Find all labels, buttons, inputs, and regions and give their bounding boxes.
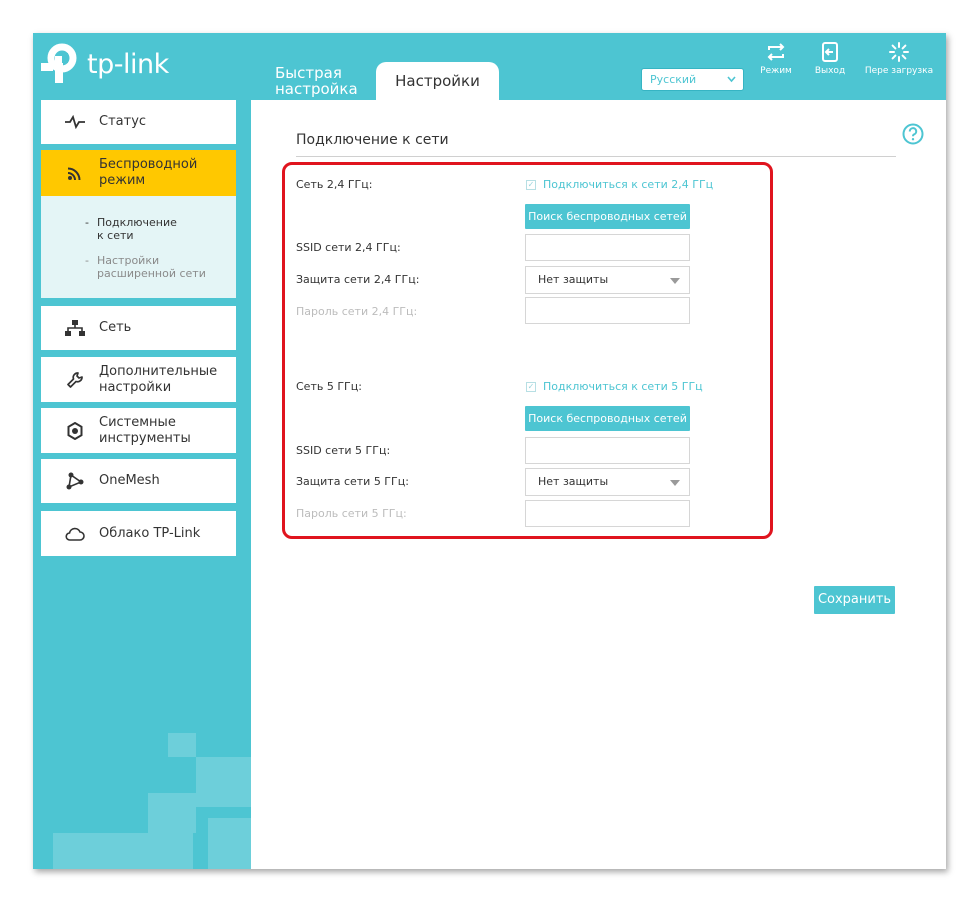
gear-icon: [64, 421, 86, 440]
sidebar-item-onemesh[interactable]: OneMesh: [41, 459, 236, 503]
reboot-label: Пере загрузка: [864, 66, 934, 76]
tp-link-logo: tp-link: [41, 43, 169, 85]
network-icon: [64, 320, 86, 336]
sidebar-item-label: Беспроводной режим: [99, 157, 198, 188]
page-title: Подключение к сети: [296, 132, 449, 148]
sidebar-item-label: Облако TP-Link: [99, 525, 201, 541]
logo-text: tp-link: [87, 48, 169, 80]
dropdown-arrow-icon: [670, 278, 680, 284]
mode-label: Режим: [760, 66, 792, 76]
connect-5-checkbox[interactable]: ✓ Подключиться к сети 5 ГГц: [526, 380, 703, 393]
mesh-icon: [64, 472, 86, 490]
decoration: [196, 757, 251, 807]
chevron-down-icon: [727, 69, 736, 98]
sidebar-item-label: Системные инструменты: [99, 414, 191, 446]
mode-button[interactable]: Режим: [756, 41, 796, 76]
logout-label: Выход: [814, 66, 846, 76]
help-icon[interactable]: [902, 123, 924, 149]
router-admin-window: tp-link Быстрая настройка Настройки Русс…: [33, 33, 946, 869]
sidebar-item-label: Сеть: [99, 320, 132, 335]
wrench-icon: [64, 371, 86, 389]
sidebar-item-label: Статус: [99, 114, 147, 129]
logout-button[interactable]: Выход: [810, 41, 850, 76]
language-value: Русский: [650, 73, 697, 86]
sidebar-item-label: Дополнительные настройки: [99, 363, 218, 395]
network-5-label: Сеть 5 ГГц:: [296, 380, 362, 393]
pulse-icon: [64, 115, 86, 129]
connect-24-label: Подключиться к сети 2,4 ГГц: [543, 178, 714, 191]
mode-icon: [756, 41, 796, 63]
language-select[interactable]: Русский: [641, 68, 744, 91]
cloud-icon: [64, 527, 86, 541]
scan-5-button[interactable]: Поиск беспроводных сетей: [525, 406, 690, 431]
submenu-item-extended[interactable]: - Настройки расширенной сети: [85, 254, 217, 280]
sidebar-item-wireless[interactable]: Беспроводной режим: [41, 150, 236, 196]
sidebar-item-status[interactable]: Статус: [41, 100, 236, 144]
password-24-label: Пароль сети 2,4 ГГц:: [296, 305, 418, 318]
security-5-select[interactable]: Нет защиты: [525, 468, 690, 496]
wireless-submenu: - Подключение к сети - Настройки расшире…: [41, 196, 236, 298]
security-5-value: Нет защиты: [538, 475, 609, 488]
ssid-24-input[interactable]: [525, 234, 690, 261]
sidebar-item-label: OneMesh: [99, 473, 160, 488]
main-panel: Подключение к сети Сеть 2,4 ГГц: ✓ Подкл…: [251, 100, 946, 869]
connect-5-label: Подключиться к сети 5 ГГц: [543, 380, 703, 393]
sidebar-item-system-tools[interactable]: Системные инструменты: [41, 408, 236, 453]
submenu-item-connect[interactable]: - Подключение к сети: [85, 216, 187, 242]
submenu-item-label: Подключение к сети: [97, 216, 177, 242]
reboot-button[interactable]: Пере загрузка: [861, 41, 937, 76]
tp-link-logo-icon: [41, 43, 81, 85]
ssid-24-label: SSID сети 2,4 ГГц:: [296, 241, 401, 254]
tab-settings[interactable]: Настройки: [376, 62, 499, 100]
dropdown-arrow-icon: [670, 480, 680, 486]
security-24-label: Защита сети 2,4 ГГц:: [296, 273, 420, 286]
checkbox-check-icon: ✓: [526, 179, 536, 190]
security-24-select[interactable]: Нет защиты: [525, 266, 690, 294]
ssid-5-label: SSID сети 5 ГГц:: [296, 444, 391, 457]
decoration: [168, 733, 196, 757]
security-24-value: Нет защиты: [538, 273, 609, 286]
save-button[interactable]: Сохранить: [814, 586, 895, 614]
submenu-item-label: Настройки расширенной сети: [97, 254, 206, 280]
reboot-icon: [861, 41, 937, 63]
title-divider: [296, 156, 896, 157]
password-5-label: Пароль сети 5 ГГц:: [296, 507, 407, 520]
decoration: [148, 793, 196, 833]
ssid-5-input[interactable]: [525, 437, 690, 464]
password-5-input[interactable]: [525, 500, 690, 527]
sidebar-item-advanced[interactable]: Дополнительные настройки: [41, 357, 236, 402]
decoration: [208, 818, 251, 869]
network-24-label: Сеть 2,4 ГГц:: [296, 178, 373, 191]
tab-quick-setup[interactable]: Быстрая настройка: [261, 63, 371, 101]
scan-24-button[interactable]: Поиск беспроводных сетей: [525, 204, 690, 229]
connect-24-checkbox[interactable]: ✓ Подключиться к сети 2,4 ГГц: [526, 178, 713, 191]
password-24-input[interactable]: [525, 297, 690, 324]
decoration: [53, 833, 193, 869]
submenu-dash: -: [85, 254, 89, 267]
submenu-dash: -: [85, 216, 89, 229]
logout-icon: [810, 41, 850, 63]
wifi-icon: [64, 165, 86, 181]
sidebar-item-cloud[interactable]: Облако TP-Link: [41, 511, 236, 556]
checkbox-check-icon: ✓: [526, 381, 536, 392]
security-5-label: Защита сети 5 ГГц:: [296, 475, 409, 488]
sidebar-item-network[interactable]: Сеть: [41, 306, 236, 350]
